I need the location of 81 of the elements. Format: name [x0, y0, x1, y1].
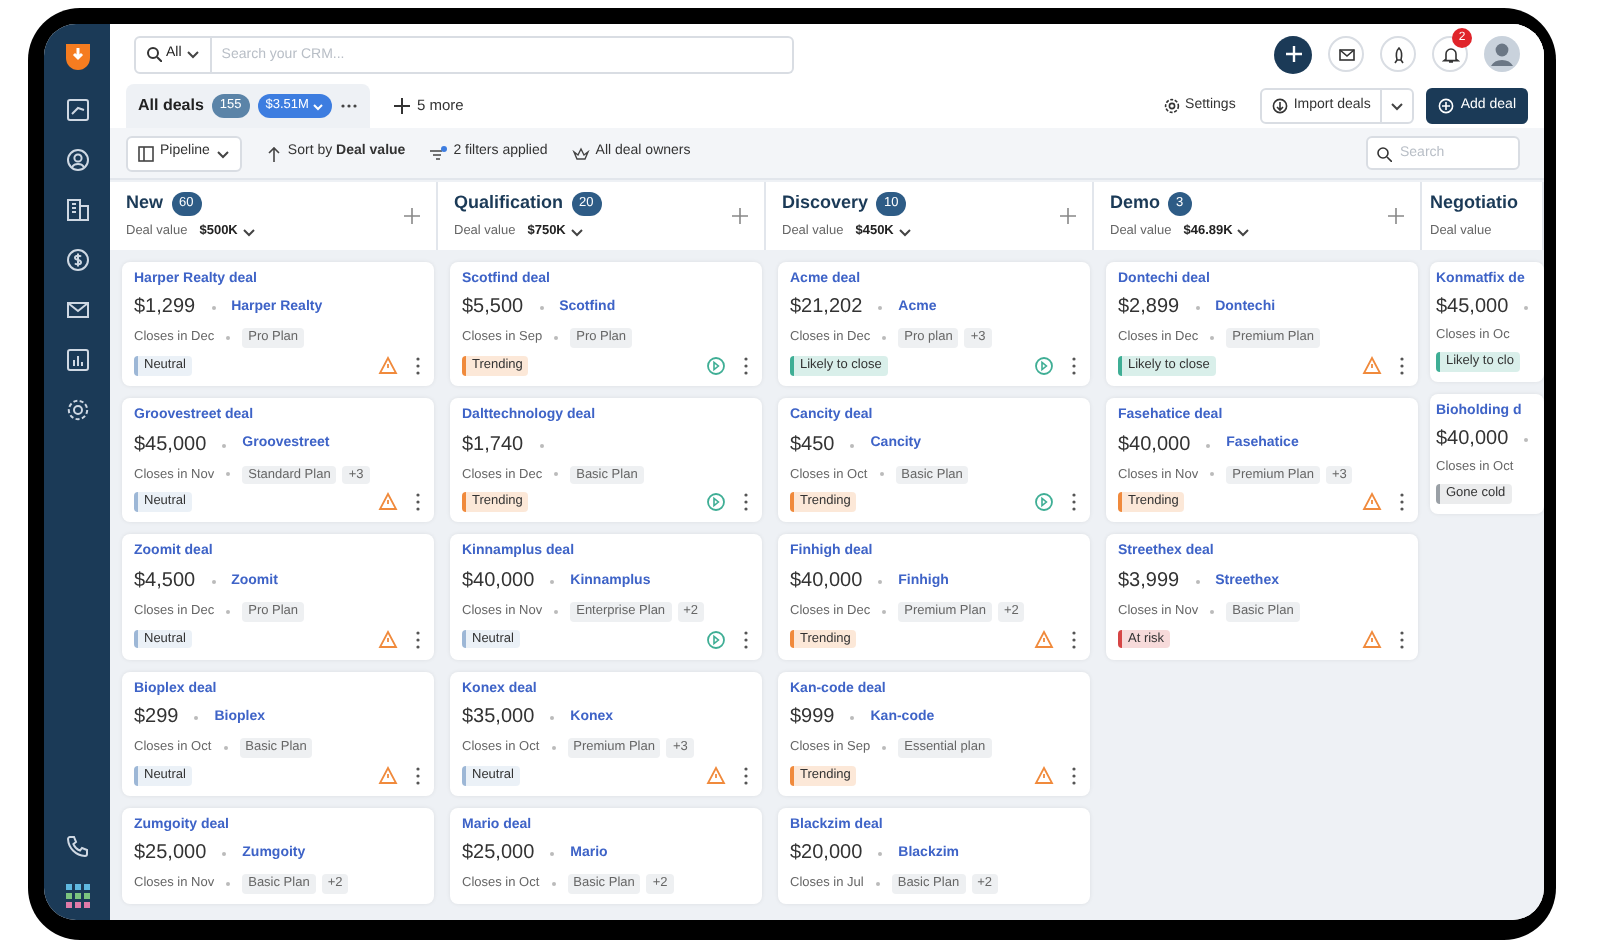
- more-icon[interactable]: [1398, 356, 1406, 377]
- dollar-icon[interactable]: [65, 248, 89, 272]
- more-icon[interactable]: [742, 356, 750, 377]
- more-icon[interactable]: [340, 102, 359, 110]
- caret-icon: [215, 147, 230, 159]
- deal-amount: $299: [134, 705, 179, 730]
- dashboard-icon[interactable]: [65, 98, 89, 122]
- more-icon[interactable]: [1070, 765, 1078, 786]
- pipeline-icon: [138, 145, 154, 161]
- caret-icon: [569, 226, 584, 239]
- caret-icon: [185, 48, 200, 60]
- deal-amount: $1,299: [134, 296, 196, 321]
- import-icon: [1271, 98, 1288, 114]
- deal-amount: $2,899: [1118, 296, 1180, 321]
- deal-amount: $45,000: [134, 433, 207, 458]
- caret-icon: [312, 101, 325, 111]
- mail-button[interactable]: [1328, 36, 1364, 72]
- deal-amount: $40,000: [1436, 428, 1509, 453]
- deal-amount: $4,500: [134, 569, 196, 594]
- plus-icon[interactable]: [1388, 208, 1404, 224]
- phone-icon[interactable]: [65, 834, 89, 858]
- plus-icon: [1438, 98, 1455, 114]
- report-icon[interactable]: [65, 348, 89, 372]
- search-icon: [146, 46, 162, 62]
- search-icon: [1376, 145, 1392, 161]
- avatar-icon[interactable]: [1484, 36, 1520, 72]
- crown-icon: [571, 145, 590, 161]
- column-title: Demo: [1110, 189, 1161, 216]
- settings-icon[interactable]: [65, 398, 89, 422]
- building-icon[interactable]: [65, 198, 89, 222]
- more-icon[interactable]: [742, 629, 750, 650]
- deal-amount: $35,000: [462, 705, 535, 730]
- deal-amount: $25,000: [134, 842, 207, 867]
- more-icon[interactable]: [1070, 492, 1078, 513]
- plus-icon: [394, 98, 411, 114]
- more-icon[interactable]: [1398, 629, 1406, 650]
- more-icon[interactable]: [1398, 492, 1406, 513]
- settings-icon: [1163, 98, 1180, 114]
- filter-icon: [429, 145, 448, 161]
- deal-amount: $40,000: [462, 569, 535, 594]
- deal-amount: $25,000: [462, 842, 535, 867]
- deal-amount: $20,000: [790, 842, 863, 867]
- deal-amount: $450: [790, 433, 835, 458]
- rocket-icon: [1389, 45, 1407, 63]
- more-icon[interactable]: [414, 765, 422, 786]
- plus-icon[interactable]: [404, 208, 420, 224]
- column-title: Qualification: [454, 189, 564, 216]
- deal-amount: $3,999: [1118, 569, 1180, 594]
- arrow-up-icon: [265, 145, 282, 161]
- caret-icon: [897, 226, 912, 239]
- deal-amount: $999: [790, 705, 835, 730]
- deal-amount: $40,000: [1118, 433, 1191, 458]
- mail-icon: [1337, 45, 1355, 63]
- apps-icon[interactable]: [65, 884, 89, 908]
- contact-icon[interactable]: [65, 148, 89, 172]
- more-icon[interactable]: [742, 765, 750, 786]
- more-icon[interactable]: [414, 356, 422, 377]
- plus-icon: [1283, 44, 1303, 64]
- column-title: New: [126, 189, 164, 216]
- caret-icon: [1236, 226, 1251, 239]
- deal-amount: $1,740: [462, 433, 524, 458]
- notifications-icon: [1441, 45, 1459, 63]
- more-icon[interactable]: [742, 492, 750, 513]
- deal-amount: $40,000: [790, 569, 863, 594]
- column-title: Discovery: [782, 189, 869, 216]
- rocket-button[interactable]: [1380, 36, 1416, 72]
- more-icon[interactable]: [414, 629, 422, 650]
- plus-icon[interactable]: [732, 208, 748, 224]
- deal-amount: $21,202: [790, 296, 863, 321]
- plus-icon[interactable]: [1060, 208, 1076, 224]
- deal-amount: $45,000: [1436, 296, 1509, 321]
- caret-icon: [1390, 100, 1405, 112]
- more-icon[interactable]: [1070, 356, 1078, 377]
- caret-icon: [241, 226, 256, 239]
- add-button[interactable]: [1274, 35, 1312, 73]
- column-title: Negotiatio: [1430, 189, 1518, 216]
- logo-icon[interactable]: [61, 40, 93, 72]
- deal-amount: $5,500: [462, 296, 524, 321]
- more-icon[interactable]: [1070, 629, 1078, 650]
- more-icon[interactable]: [414, 492, 422, 513]
- mail-icon[interactable]: [65, 298, 89, 322]
